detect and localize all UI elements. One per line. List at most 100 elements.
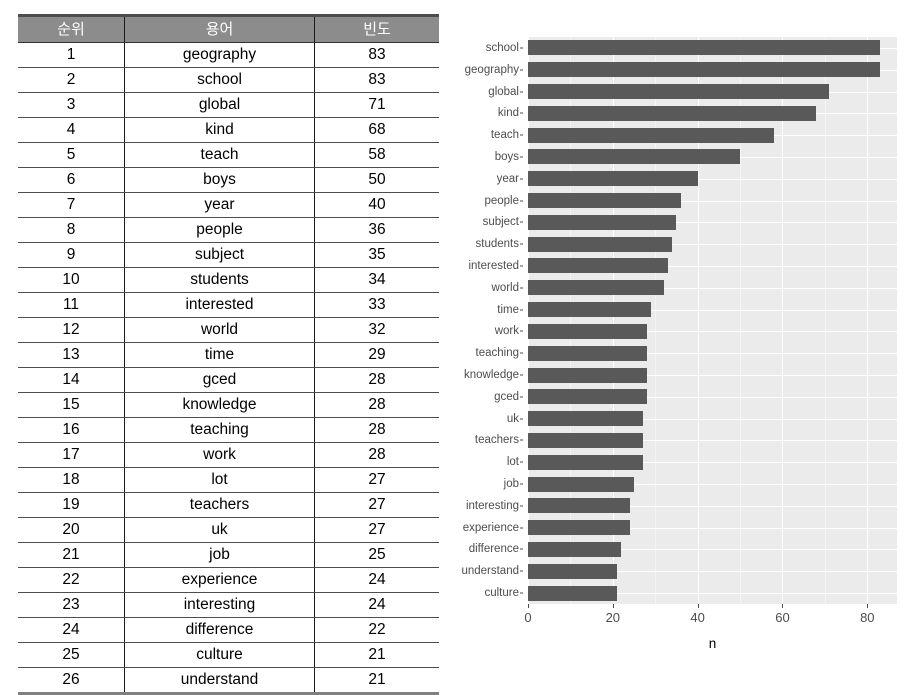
bar[interactable]: [528, 432, 643, 448]
bar[interactable]: [528, 62, 881, 78]
table-row: 5 teach 58: [18, 142, 439, 168]
table-header-row: 순위 용어 빈도: [18, 14, 439, 43]
y-axis-tick-label: interesting: [465, 499, 519, 512]
y-axis-tick-mark: [520, 134, 523, 136]
y-axis-tick-mark: [520, 200, 523, 202]
bar[interactable]: [528, 280, 664, 296]
table-row: 19 teachers 27: [18, 492, 439, 518]
y-axis-tick-mark: [520, 112, 523, 114]
column-header-term: 용어: [124, 14, 315, 43]
bar[interactable]: [528, 563, 618, 579]
table-cell-frequency: 24: [314, 592, 439, 618]
y-axis-tick-label: uk: [506, 412, 519, 425]
table-cell-frequency: 71: [314, 92, 439, 118]
y-axis-tick-mark: [520, 439, 523, 441]
bar[interactable]: [528, 149, 741, 165]
y-axis-tick-mark: [520, 309, 523, 311]
table-cell-rank: 8: [18, 217, 125, 243]
y-axis-tick-mark: [520, 221, 523, 223]
table-cell-rank: 2: [18, 67, 125, 93]
table-row: 10 students 34: [18, 267, 439, 293]
y-axis-tick-label: teachers: [474, 434, 519, 447]
bar[interactable]: [528, 345, 647, 361]
y-axis-tick-label: students: [475, 238, 519, 251]
bar[interactable]: [528, 323, 647, 339]
y-axis-tick-mark: [520, 156, 523, 158]
table-cell-rank: 20: [18, 517, 125, 543]
y-axis-tick-mark: [520, 243, 523, 245]
table-cell-frequency: 40: [314, 192, 439, 218]
table-cell-term: kind: [124, 117, 315, 143]
table-cell-term: teachers: [124, 492, 315, 518]
bar[interactable]: [528, 585, 618, 601]
table-cell-rank: 21: [18, 542, 125, 568]
table-cell-frequency: 33: [314, 292, 439, 318]
bar-row: [528, 560, 897, 582]
table-cell-term: culture: [124, 642, 315, 668]
y-axis-tick-mark: [520, 527, 523, 529]
y-axis-tick-mark: [520, 505, 523, 507]
bar[interactable]: [528, 541, 622, 557]
table-cell-frequency: 28: [314, 392, 439, 418]
bar[interactable]: [528, 411, 643, 427]
bar[interactable]: [528, 214, 677, 230]
table-cell-frequency: 27: [314, 492, 439, 518]
y-axis-tick-mark: [520, 548, 523, 550]
table-cell-rank: 9: [18, 242, 125, 268]
table-cell-frequency: 36: [314, 217, 439, 243]
bar-row: [528, 277, 897, 299]
bar[interactable]: [528, 302, 651, 318]
bar[interactable]: [528, 498, 630, 514]
bar[interactable]: [528, 367, 647, 383]
table-cell-frequency: 68: [314, 117, 439, 143]
bar[interactable]: [528, 454, 643, 470]
table-cell-rank: 12: [18, 317, 125, 343]
bar-row: [528, 299, 897, 321]
bar[interactable]: [528, 236, 673, 252]
x-axis-tick-mark: [528, 604, 529, 608]
bar[interactable]: [528, 258, 668, 274]
table-cell-rank: 25: [18, 642, 125, 668]
bar[interactable]: [528, 127, 774, 143]
x-axis-tick-label: 80: [860, 610, 875, 625]
table-cell-rank: 3: [18, 92, 125, 118]
bar-row: [528, 495, 897, 517]
bar[interactable]: [528, 171, 698, 187]
bar[interactable]: [528, 40, 881, 56]
y-axis-tick-label: people: [484, 194, 519, 207]
table-row: 24 difference 22: [18, 617, 439, 643]
table-cell-frequency: 83: [314, 42, 439, 68]
bar[interactable]: [528, 520, 630, 536]
table-row: 15 knowledge 28: [18, 392, 439, 418]
y-axis-tick-mark: [520, 483, 523, 485]
table-cell-term: difference: [124, 617, 315, 643]
table-cell-frequency: 22: [314, 617, 439, 643]
table-cell-rank: 10: [18, 267, 125, 293]
table-row: 6 boys 50: [18, 167, 439, 193]
bar[interactable]: [528, 105, 817, 121]
bar-row: [528, 255, 897, 277]
table-row: 26 understand 21: [18, 667, 439, 695]
bar[interactable]: [528, 476, 635, 492]
bar[interactable]: [528, 193, 681, 209]
table-cell-term: lot: [124, 467, 315, 493]
table-row: 22 experience 24: [18, 567, 439, 593]
table-cell-frequency: 32: [314, 317, 439, 343]
table-row: 13 time 29: [18, 342, 439, 368]
table-cell-rank: 26: [18, 667, 125, 695]
table-row: 17 work 28: [18, 442, 439, 468]
table-row: 8 people 36: [18, 217, 439, 243]
x-axis-tick-label: 60: [775, 610, 790, 625]
table-cell-term: interested: [124, 292, 315, 318]
table-row: 25 culture 21: [18, 642, 439, 668]
y-axis-tick-label: kind: [497, 107, 519, 120]
y-axis-tick-label: work: [494, 325, 519, 338]
bar[interactable]: [528, 389, 647, 405]
bar-row: [528, 451, 897, 473]
x-axis-tick-mark: [697, 604, 699, 608]
y-axis-tick-label: lot: [506, 456, 519, 469]
y-axis-tick-label: difference: [468, 543, 519, 556]
bar[interactable]: [528, 84, 830, 99]
y-axis-tick-mark: [520, 570, 523, 572]
table-cell-rank: 16: [18, 417, 125, 443]
